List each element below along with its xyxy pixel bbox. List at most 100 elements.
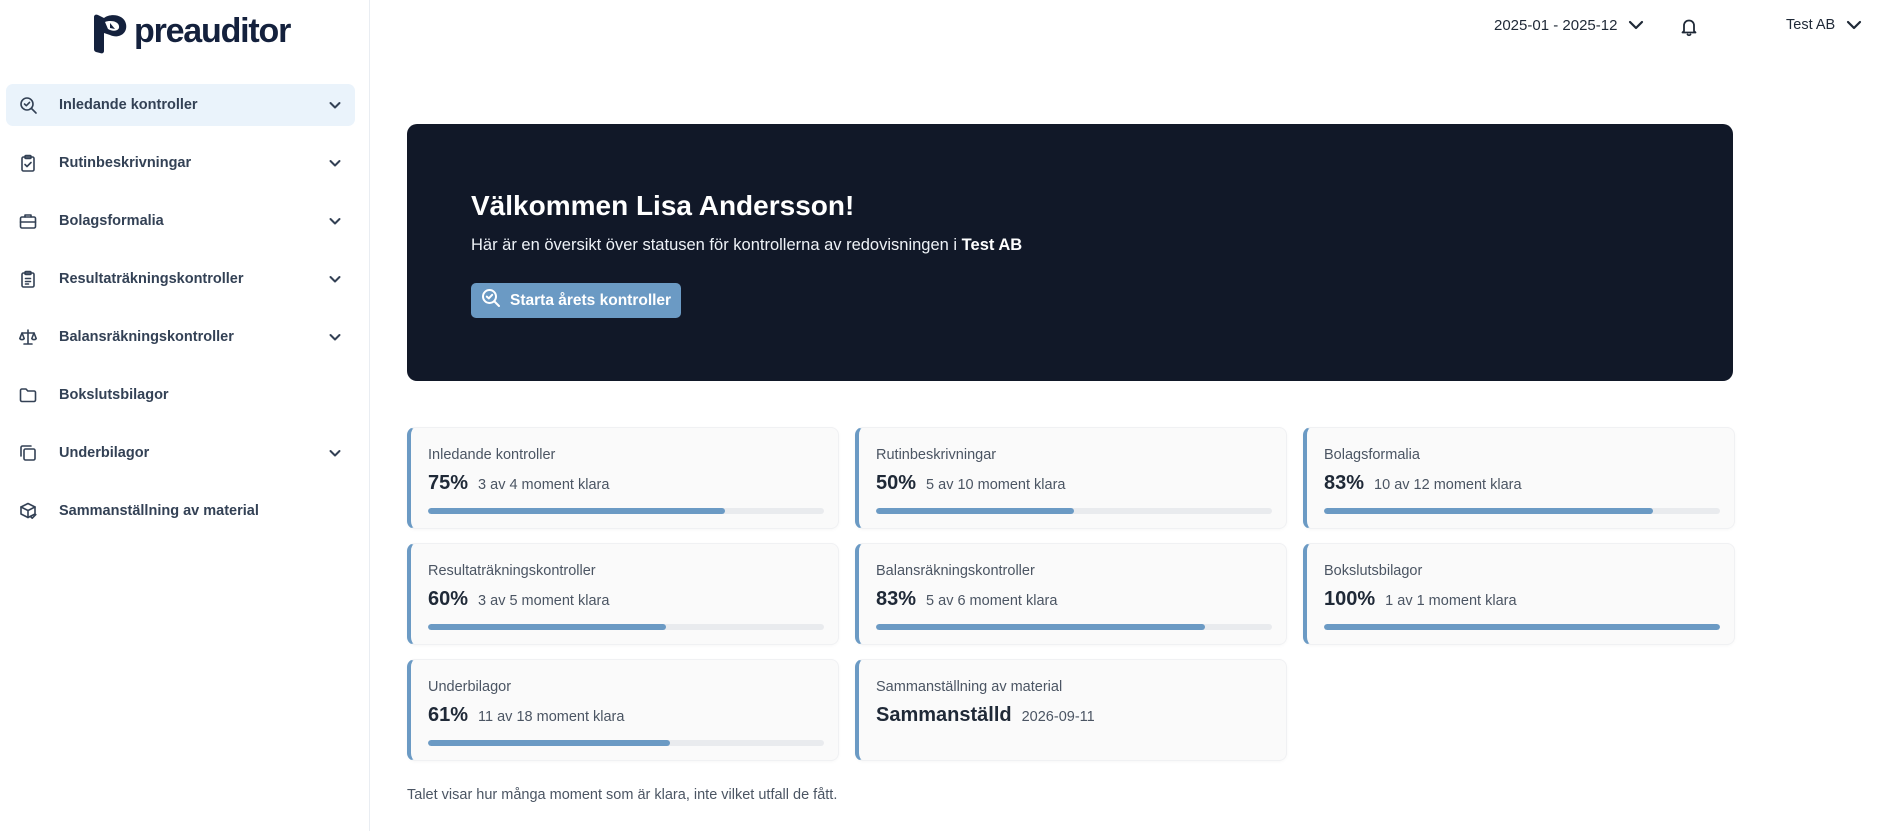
sidebar-item-3[interactable]: Bolagsformalia: [6, 200, 355, 242]
card-value: 83%: [1324, 472, 1365, 494]
welcome-subtitle-company: Test AB: [961, 236, 1023, 254]
card-value: 50%: [876, 472, 917, 494]
card-title: Rutinbeskrivningar: [876, 447, 997, 463]
card-value: Sammanställd: [876, 704, 1012, 726]
clipboard-list-icon: [17, 268, 39, 290]
folder-icon: [17, 384, 39, 406]
sidebar-item-label: Bolagsformalia: [59, 213, 164, 229]
card-title: Sammanställning av material: [876, 679, 1063, 695]
preauditor-logo-icon: [94, 14, 127, 54]
start-controls-label: Starta årets kontroller: [510, 291, 672, 309]
card-stat: 61% 11 av 18 moment klara: [428, 704, 624, 727]
progress-track: [876, 624, 1272, 630]
search-check-icon: [17, 94, 39, 116]
progress-fill: [428, 508, 725, 514]
card-stat: 83% 5 av 6 moment klara: [876, 588, 1057, 611]
copy-icon: [17, 442, 39, 464]
sidebar-nav: Inledande kontroller Rutinbeskrivningar Bo…: [6, 84, 355, 548]
company-label: Test AB: [1786, 17, 1836, 33]
card-title: Inledande kontroller: [428, 447, 556, 463]
progress-card[interactable]: Bokslutsbilagor 100% 1 av 1 moment klara: [1303, 543, 1735, 645]
card-detail: 3 av 4 moment klara: [478, 477, 610, 493]
card-value: 60%: [428, 588, 469, 610]
sidebar-item-label: Bokslutsbilagor: [59, 387, 169, 403]
logo[interactable]: preauditor: [88, 10, 291, 56]
sidebar: preauditor Inledande kontroller Rutinbesk…: [0, 0, 370, 831]
card-detail: 10 av 12 moment klara: [1374, 477, 1522, 493]
chevron-down-icon: [1627, 16, 1645, 34]
chevron-down-icon[interactable]: [327, 213, 343, 229]
card-stat: 60% 3 av 5 moment klara: [428, 588, 609, 611]
period-label: 2025-01 - 2025-12: [1494, 16, 1618, 34]
sidebar-item-6[interactable]: Bokslutsbilagor: [6, 374, 355, 416]
sidebar-item-1[interactable]: Inledande kontroller: [6, 84, 355, 126]
progress-card[interactable]: Balansräkningskontroller 83% 5 av 6 moment…: [855, 543, 1287, 645]
scale-icon: [17, 326, 39, 348]
chevron-down-icon[interactable]: [327, 445, 343, 461]
chevron-down-icon[interactable]: [327, 155, 343, 171]
start-controls-button[interactable]: Starta årets kontroller: [471, 283, 682, 318]
chevron-down-icon[interactable]: [327, 329, 343, 345]
card-title: Bolagsformalia: [1324, 447, 1420, 463]
card-title: Resultaträkningskontroller: [428, 563, 596, 579]
progress-track: [428, 508, 824, 514]
progress-track: [876, 508, 1272, 514]
notifications-bell-icon[interactable]: [1680, 17, 1700, 39]
card-detail: 1 av 1 moment klara: [1385, 593, 1517, 609]
card-stat: 100% 1 av 1 moment klara: [1324, 588, 1517, 611]
chevron-down-icon[interactable]: [327, 97, 343, 113]
progress-card[interactable]: Underbilagor 61% 11 av 18 moment klara: [407, 659, 839, 761]
briefcase-icon: [17, 210, 39, 232]
sidebar-item-4[interactable]: Resultaträkningskontroller: [6, 258, 355, 300]
sidebar-item-label: Balansräkningskontroller: [59, 329, 234, 345]
sidebar-item-label: Inledande kontroller: [59, 97, 198, 113]
welcome-title: Välkommen Lisa Andersson!: [471, 190, 855, 221]
progress-card[interactable]: Inledande kontroller 75% 3 av 4 moment kla…: [407, 427, 839, 529]
progress-fill: [876, 624, 1205, 630]
progress-track: [428, 740, 824, 746]
card-title: Bokslutsbilagor: [1324, 563, 1423, 579]
progress-card[interactable]: Resultaträkningskontroller 60% 3 av 5 mome…: [407, 543, 839, 645]
search-check-icon: [480, 287, 502, 314]
welcome-subtitle: Här är en översikt över statusen för kon…: [471, 236, 1022, 255]
card-stat: Sammanställd 2026-09-11: [876, 704, 1095, 727]
chevron-down-icon: [1845, 16, 1863, 34]
progress-fill: [1324, 508, 1653, 514]
sidebar-item-label: Underbilagor: [59, 445, 150, 461]
card-title: Underbilagor: [428, 679, 512, 695]
period-selector[interactable]: 2025-01 - 2025-12: [1494, 16, 1645, 34]
progress-fill: [428, 740, 670, 746]
sidebar-item-8[interactable]: Sammanställning av material: [6, 490, 355, 532]
card-value: 61%: [428, 704, 469, 726]
sidebar-item-7[interactable]: Underbilagor: [6, 432, 355, 474]
progress-track: [1324, 508, 1720, 514]
card-value: 75%: [428, 472, 469, 494]
card-value: 100%: [1324, 588, 1376, 610]
footnote: Talet visar hur många moment som är klar…: [407, 787, 838, 803]
card-stat: 75% 3 av 4 moment klara: [428, 472, 609, 495]
card-detail: 2026-09-11: [1021, 709, 1095, 725]
sidebar-item-2[interactable]: Rutinbeskrivningar: [6, 142, 355, 184]
sidebar-item-label: Sammanställning av material: [59, 503, 259, 519]
progress-track: [428, 624, 824, 630]
sidebar-item-label: Rutinbeskrivningar: [59, 155, 192, 171]
company-selector[interactable]: Test AB: [1786, 16, 1863, 34]
progress-card[interactable]: Sammanställning av material Sammanställd 2…: [855, 659, 1287, 761]
sidebar-item-5[interactable]: Balansräkningskontroller: [6, 316, 355, 358]
card-value: 83%: [876, 588, 917, 610]
progress-fill: [428, 624, 666, 630]
progress-track: [1324, 624, 1720, 630]
card-stat: 83% 10 av 12 moment klara: [1324, 472, 1522, 495]
card-title: Balansräkningskontroller: [876, 563, 1035, 579]
welcome-banner: Välkommen Lisa Andersson! Här är en över…: [407, 124, 1733, 381]
chevron-down-icon[interactable]: [327, 271, 343, 287]
progress-fill: [876, 508, 1074, 514]
package-check-icon: [17, 500, 39, 522]
progress-card[interactable]: Rutinbeskrivningar 50% 5 av 10 moment klar…: [855, 427, 1287, 529]
card-detail: 5 av 6 moment klara: [926, 593, 1058, 609]
progress-card[interactable]: Bolagsformalia 83% 10 av 12 moment klara: [1303, 427, 1735, 529]
clipboard-check-icon: [17, 152, 39, 174]
progress-fill: [1324, 624, 1720, 630]
card-detail: 11 av 18 moment klara: [478, 709, 625, 725]
card-detail: 3 av 5 moment klara: [478, 593, 610, 609]
